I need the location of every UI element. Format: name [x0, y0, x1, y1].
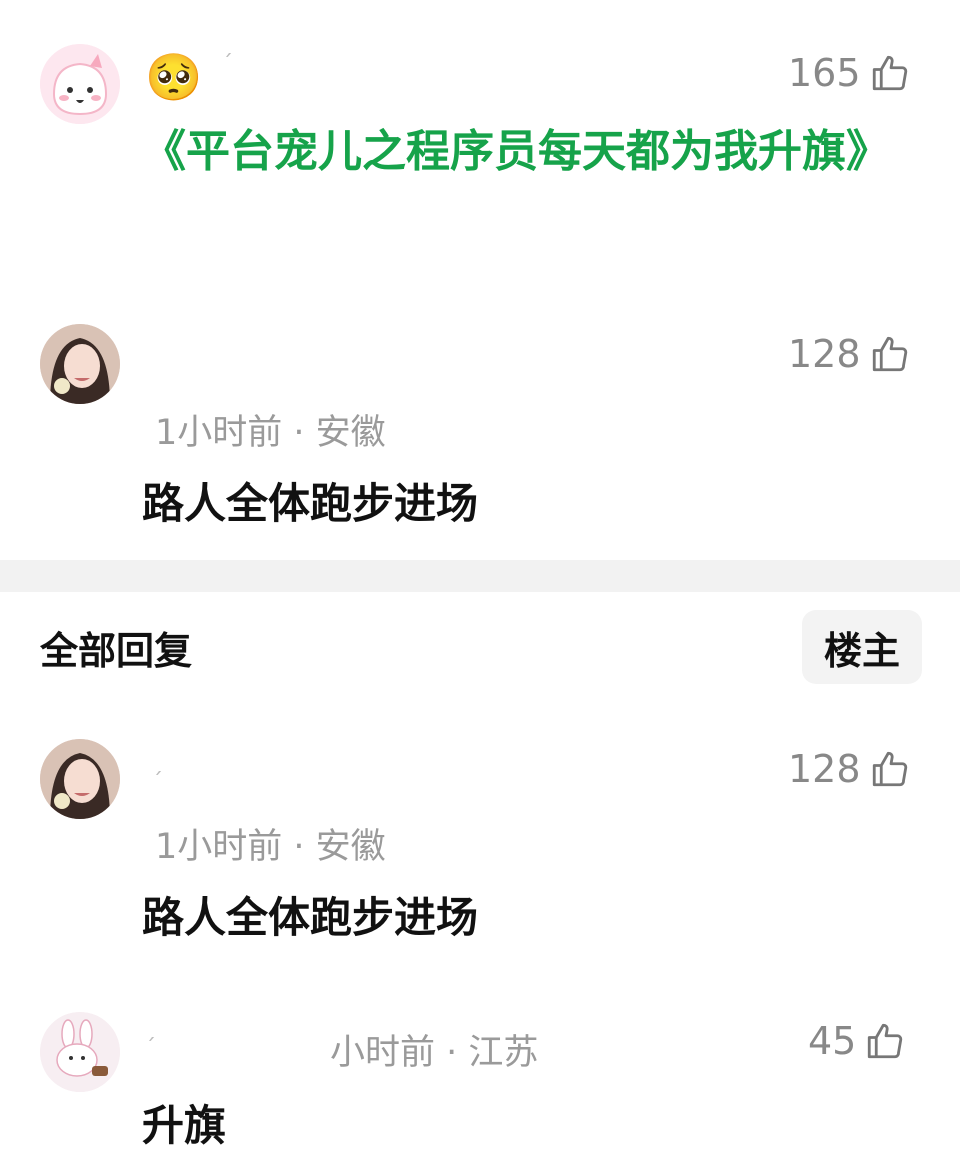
comment-text: 《平台宠儿之程序员每天都为我升旗》	[142, 126, 890, 177]
like-count: 128	[788, 332, 861, 376]
section-title: 全部回复	[40, 629, 193, 673]
section-divider	[0, 560, 960, 592]
thumbs-up-icon[interactable]	[869, 52, 911, 94]
comment-meta: 1小时前 · 安徽	[155, 413, 386, 453]
like-control[interactable]: 45	[808, 1020, 906, 1062]
like-count: 165	[788, 51, 861, 95]
like-count: 45	[808, 1019, 857, 1063]
comment-meta: 小时前 · 江苏	[330, 1033, 539, 1073]
username-emoji: 🥺	[145, 50, 203, 104]
avatar-bunny-icon	[40, 1012, 120, 1092]
like-control[interactable]: 128	[788, 748, 911, 790]
like-count: 128	[788, 747, 861, 791]
thumbs-up-icon[interactable]	[869, 748, 911, 790]
avatar-photo-icon	[40, 324, 120, 404]
thumbs-up-icon[interactable]	[869, 333, 911, 375]
owner-filter-button[interactable]: 楼主	[802, 610, 922, 684]
avatar-cartoon-icon	[40, 44, 120, 124]
comment-meta: 1小时前 · 安徽	[155, 827, 386, 867]
comment-text: 路人全体跑步进场	[142, 479, 479, 528]
avatar[interactable]	[40, 324, 120, 404]
like-control[interactable]: 165	[788, 52, 911, 94]
avatar[interactable]	[40, 44, 120, 124]
blurred-username: ˊ	[152, 770, 163, 795]
comment-text: 路人全体跑步进场	[142, 893, 479, 942]
avatar[interactable]	[40, 739, 120, 819]
avatar-photo-icon	[40, 739, 120, 819]
avatar[interactable]	[40, 1012, 120, 1092]
comment-text: 升旗	[142, 1101, 227, 1150]
blurred-username: ˊ	[222, 52, 233, 77]
thumbs-up-icon[interactable]	[864, 1020, 906, 1062]
like-control[interactable]: 128	[788, 333, 911, 375]
blurred-username: ˊ	[145, 1036, 156, 1061]
